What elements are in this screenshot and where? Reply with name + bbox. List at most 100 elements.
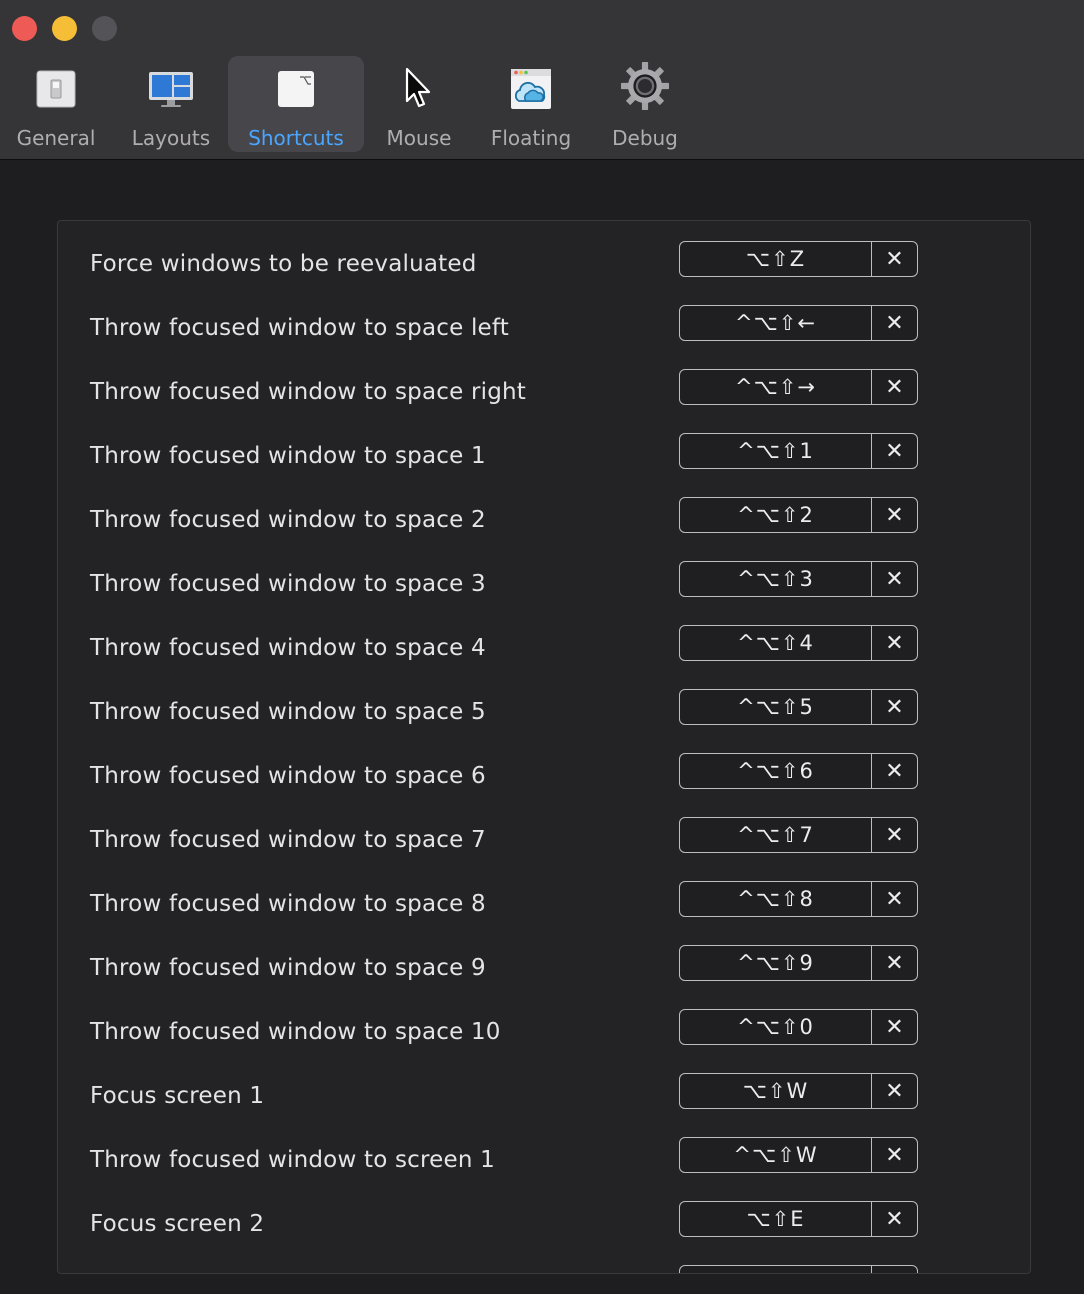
- shortcut-keys-field[interactable]: ^⌥⇧→: [680, 370, 872, 404]
- shortcut-row: Throw focused window to space 1 ^⌥⇧1 ✕: [58, 433, 1030, 497]
- shortcut-row: Throw focused window to space 2 ^⌥⇧2 ✕: [58, 497, 1030, 561]
- shortcut-keys-field[interactable]: ^⌥⇧1: [680, 434, 872, 468]
- shortcut-row: Throw focused window to space right ^⌥⇧→ ✕: [58, 369, 1030, 433]
- shortcut-row: Throw focused window to screen 1 ^⌥⇧W ✕: [58, 1137, 1030, 1201]
- shortcut-row: Throw focused window to space 7 ^⌥⇧7 ✕: [58, 817, 1030, 881]
- clear-shortcut-button[interactable]: ✕: [872, 498, 917, 532]
- shortcut-row: Throw focused window to space 9 ^⌥⇧9 ✕: [58, 945, 1030, 1009]
- shortcut-label: Throw focused window to space 4: [90, 635, 486, 661]
- clear-shortcut-button[interactable]: ✕: [872, 690, 917, 724]
- clear-shortcut-button[interactable]: ✕: [872, 370, 917, 404]
- clear-shortcut-button[interactable]: ✕: [872, 1010, 917, 1044]
- gear-icon: [621, 62, 669, 113]
- shortcut-row: Throw focused window to space left ^⌥⇧← ✕: [58, 305, 1030, 369]
- shortcut-label: Throw focused window to space left: [90, 315, 510, 341]
- shortcut-recorder: ^⌥⇧7 ✕: [679, 817, 918, 853]
- tab-layouts[interactable]: Layouts: [118, 56, 224, 152]
- shortcut-label: Throw focused window to space 2: [90, 507, 486, 533]
- shortcut-row: Focus screen 1 ⌥⇧W ✕: [58, 1073, 1030, 1137]
- cursor-icon: [395, 65, 443, 113]
- clear-shortcut-button[interactable]: ✕: [872, 818, 917, 852]
- tab-general[interactable]: General: [4, 56, 108, 152]
- switch-icon: [32, 65, 80, 113]
- option-key-icon: [272, 65, 320, 113]
- shortcut-keys-field[interactable]: [680, 1266, 872, 1273]
- shortcut-label: Throw focused window to space 7: [90, 827, 486, 853]
- shortcut-row: Throw focused window to space 3 ^⌥⇧3 ✕: [58, 561, 1030, 625]
- tab-label: Floating: [490, 126, 572, 150]
- shortcut-row: ✕: [58, 1265, 1030, 1274]
- shortcut-keys-field[interactable]: ^⌥⇧5: [680, 690, 872, 724]
- clear-shortcut-button[interactable]: ✕: [872, 1266, 917, 1274]
- tab-label: Layouts: [131, 126, 211, 150]
- shortcut-keys-field[interactable]: ^⌥⇧9: [680, 946, 872, 980]
- shortcut-row: Force windows to be reevaluated ⌥⇧Z ✕: [58, 241, 1030, 305]
- shortcut-recorder: ✕: [679, 1265, 918, 1274]
- minimize-window-button[interactable]: [52, 16, 77, 41]
- shortcut-recorder: ^⌥⇧8 ✕: [679, 881, 918, 917]
- floating-window-icon: [507, 65, 555, 113]
- shortcut-label: Throw focused window to space 9: [90, 955, 486, 981]
- shortcut-recorder: ^⌥⇧5 ✕: [679, 689, 918, 725]
- shortcut-row: Throw focused window to space 6 ^⌥⇧6 ✕: [58, 753, 1030, 817]
- clear-shortcut-button[interactable]: ✕: [872, 754, 917, 788]
- clear-shortcut-button[interactable]: ✕: [872, 882, 917, 916]
- clear-shortcut-button[interactable]: ✕: [872, 1138, 917, 1172]
- clear-shortcut-button[interactable]: ✕: [872, 242, 917, 276]
- clear-shortcut-button[interactable]: ✕: [872, 562, 917, 596]
- shortcuts-list-panel[interactable]: Force windows to be reevaluated ⌥⇧Z ✕ Throw…: [57, 220, 1031, 1274]
- shortcut-row: Throw focused window to space 8 ^⌥⇧8 ✕: [58, 881, 1030, 945]
- shortcut-recorder: ^⌥⇧9 ✕: [679, 945, 918, 981]
- shortcut-keys-field[interactable]: ^⌥⇧W: [680, 1138, 872, 1172]
- shortcut-label: Throw focused window to space 5: [90, 699, 486, 725]
- shortcut-recorder: ⌥⇧E ✕: [679, 1201, 918, 1237]
- shortcut-label: Focus screen 1: [90, 1083, 265, 1109]
- tab-label: Mouse: [386, 126, 452, 150]
- clear-shortcut-button[interactable]: ✕: [872, 1202, 917, 1236]
- shortcut-keys-field[interactable]: ^⌥⇧2: [680, 498, 872, 532]
- shortcut-row: Throw focused window to space 4 ^⌥⇧4 ✕: [58, 625, 1030, 689]
- shortcut-label: Throw focused window to space 10: [90, 1019, 501, 1045]
- tab-debug[interactable]: Debug: [596, 56, 694, 152]
- shortcut-label: Force windows to be reevaluated: [90, 251, 477, 277]
- tab-shortcuts[interactable]: Shortcuts: [228, 56, 364, 152]
- shortcut-recorder: ^⌥⇧0 ✕: [679, 1009, 918, 1045]
- shortcut-row: Focus screen 2 ⌥⇧E ✕: [58, 1201, 1030, 1265]
- shortcut-label: Throw focused window to space 3: [90, 571, 486, 597]
- tab-label: Debug: [612, 126, 678, 150]
- shortcut-keys-field[interactable]: ⌥⇧W: [680, 1074, 872, 1108]
- shortcut-keys-field[interactable]: ^⌥⇧3: [680, 562, 872, 596]
- monitor-layout-icon: [147, 65, 195, 113]
- shortcut-recorder: ^⌥⇧3 ✕: [679, 561, 918, 597]
- shortcut-recorder: ⌥⇧Z ✕: [679, 241, 918, 277]
- shortcut-recorder: ^⌥⇧→ ✕: [679, 369, 918, 405]
- shortcut-recorder: ^⌥⇧← ✕: [679, 305, 918, 341]
- clear-shortcut-button[interactable]: ✕: [872, 626, 917, 660]
- shortcut-recorder: ^⌥⇧6 ✕: [679, 753, 918, 789]
- zoom-window-button: [92, 16, 117, 41]
- shortcut-keys-field[interactable]: ⌥⇧E: [680, 1202, 872, 1236]
- clear-shortcut-button[interactable]: ✕: [872, 306, 917, 340]
- clear-shortcut-button[interactable]: ✕: [872, 946, 917, 980]
- shortcut-label: Focus screen 2: [90, 1211, 265, 1237]
- shortcut-keys-field[interactable]: ^⌥⇧4: [680, 626, 872, 660]
- close-window-button[interactable]: [12, 16, 37, 41]
- shortcut-keys-field[interactable]: ⌥⇧Z: [680, 242, 872, 276]
- shortcut-keys-field[interactable]: ^⌥⇧7: [680, 818, 872, 852]
- shortcut-label: Throw focused window to space 1: [90, 443, 486, 469]
- tab-floating[interactable]: Floating: [480, 56, 582, 152]
- shortcut-keys-field[interactable]: ^⌥⇧0: [680, 1010, 872, 1044]
- clear-shortcut-button[interactable]: ✕: [872, 1074, 917, 1108]
- shortcut-row: Throw focused window to space 5 ^⌥⇧5 ✕: [58, 689, 1030, 753]
- clear-shortcut-button[interactable]: ✕: [872, 434, 917, 468]
- shortcut-label: Throw focused window to space 8: [90, 891, 486, 917]
- shortcut-keys-field[interactable]: ^⌥⇧←: [680, 306, 872, 340]
- shortcut-recorder: ⌥⇧W ✕: [679, 1073, 918, 1109]
- shortcut-recorder: ^⌥⇧1 ✕: [679, 433, 918, 469]
- shortcut-recorder: ^⌥⇧4 ✕: [679, 625, 918, 661]
- shortcut-keys-field[interactable]: ^⌥⇧6: [680, 754, 872, 788]
- shortcut-recorder: ^⌥⇧2 ✕: [679, 497, 918, 533]
- shortcut-label: Throw focused window to space right: [90, 379, 527, 405]
- shortcut-keys-field[interactable]: ^⌥⇧8: [680, 882, 872, 916]
- tab-mouse[interactable]: Mouse: [372, 56, 466, 152]
